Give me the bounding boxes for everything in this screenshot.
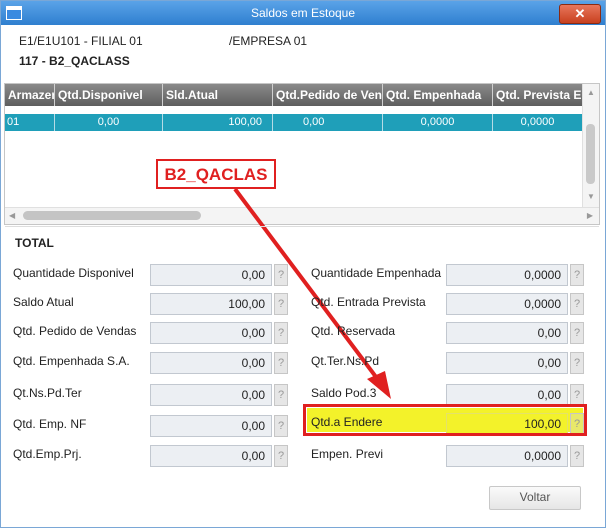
label-qtd-reservada: Qtd. Reservada (311, 324, 396, 338)
field-qtd-empenhada-sa[interactable]: 0,00 (150, 352, 272, 374)
field-qtd-entrada-prevista[interactable]: 0,0000 (446, 293, 568, 315)
field-qtd-emp-nf[interactable]: 0,00 (150, 415, 272, 437)
help-icon[interactable]: ? (274, 415, 288, 437)
help-icon[interactable]: ? (570, 352, 584, 374)
help-icon[interactable]: ? (570, 384, 584, 406)
field-qtd-reservada[interactable]: 0,00 (446, 322, 568, 344)
field-quantidade-empenhada[interactable]: 0,0000 (446, 264, 568, 286)
field-qtd-emp-prj[interactable]: 0,00 (150, 445, 272, 467)
help-icon[interactable]: ? (274, 293, 288, 315)
label-qtd-empenhada-sa: Qtd. Empenhada S.A. (13, 354, 130, 368)
annotation-highlight-box (303, 404, 587, 436)
label-qtd-pedido-vendas: Qtd. Pedido de Vendas (13, 324, 137, 338)
field-saldo-pod3[interactable]: 0,00 (446, 384, 568, 406)
help-icon[interactable]: ? (274, 322, 288, 344)
field-qtd-pedido-vendas[interactable]: 0,00 (150, 322, 272, 344)
label-saldo-atual: Saldo Atual (13, 295, 74, 309)
label-saldo-pod3: Saldo Pod.3 (311, 386, 377, 400)
total-section: TOTAL (5, 226, 599, 259)
label-qtd-emp-nf: Qtd. Emp. NF (13, 417, 87, 431)
help-icon[interactable]: ? (274, 384, 288, 406)
dialog-window: Saldos em Estoque ✕ E1/E1U101 - FILIAL 0… (0, 0, 606, 528)
total-heading: TOTAL (15, 236, 54, 250)
help-icon[interactable]: ? (274, 264, 288, 286)
field-qt-ter-ns-pd[interactable]: 0,00 (446, 352, 568, 374)
help-icon[interactable]: ? (570, 322, 584, 344)
field-saldo-atual[interactable]: 100,00 (150, 293, 272, 315)
label-quantidade-empenhada: Quantidade Empenhada (311, 266, 442, 280)
label-qtd-entrada-prevista: Qtd. Entrada Prevista (311, 295, 426, 309)
label-empen-previ: Empen. Previ (311, 447, 384, 461)
label-quantidade-disponivel: Quantidade Disponivel (13, 266, 134, 280)
field-qt-ns-pd-ter[interactable]: 0,00 (150, 384, 272, 406)
help-icon[interactable]: ? (570, 445, 584, 467)
help-icon[interactable]: ? (570, 264, 584, 286)
field-empen-previ[interactable]: 0,0000 (446, 445, 568, 467)
help-icon[interactable]: ? (570, 293, 584, 315)
voltar-button[interactable]: Voltar (489, 486, 581, 510)
label-qt-ns-pd-ter: Qt.Ns.Pd.Ter (13, 386, 82, 400)
help-icon[interactable]: ? (274, 352, 288, 374)
help-icon[interactable]: ? (274, 445, 288, 467)
label-qtd-emp-prj: Qtd.Emp.Prj. (13, 447, 82, 461)
field-quantidade-disponivel[interactable]: 0,00 (150, 264, 272, 286)
label-qt-ter-ns-pd: Qt.Ter.Ns.Pd (311, 354, 380, 368)
